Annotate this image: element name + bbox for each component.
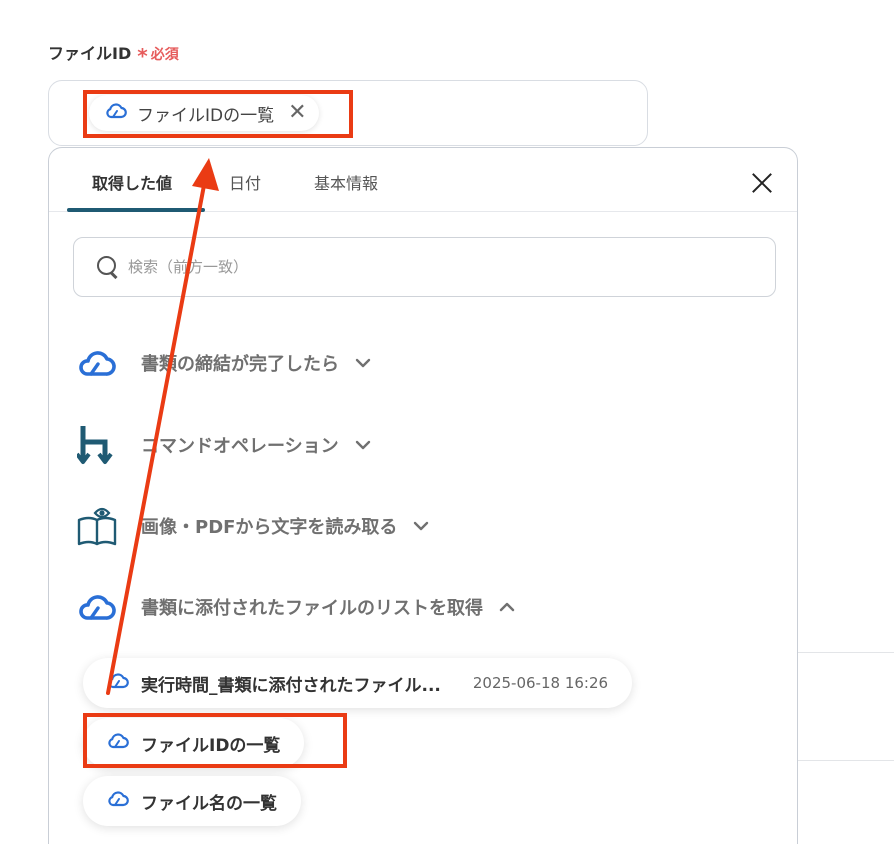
chevron-down-icon: [355, 436, 373, 454]
group-title: 書類に添付されたファイルのリストを取得: [141, 598, 483, 619]
file-id-input[interactable]: ファイルIDの一覧 ✕: [48, 80, 648, 146]
cloud-sign-icon: [105, 102, 127, 124]
required-text: 必須: [150, 47, 179, 63]
close-icon[interactable]: [749, 170, 775, 196]
cloud-sign-icon: [75, 341, 119, 385]
command-operation-icon: [75, 423, 119, 467]
chevron-down-icon: [413, 517, 431, 535]
chevron-up-icon: [499, 598, 517, 616]
search-icon: [96, 255, 120, 279]
book-eye-icon: [75, 504, 119, 548]
active-tab-indicator: [67, 208, 205, 212]
group-attached-file-list[interactable]: 書類に添付されたファイルのリストを取得: [75, 582, 517, 632]
list-item[interactable]: ファイル名の一覧: [83, 776, 301, 826]
list-item-timestamp: 2025-06-18 16:26: [472, 674, 609, 692]
chip-label: ファイルIDの一覧: [137, 105, 275, 126]
chevron-down-icon: [355, 354, 373, 372]
selected-value-chip[interactable]: ファイルIDの一覧 ✕: [89, 95, 319, 131]
divider: [798, 652, 894, 653]
cloud-sign-icon: [107, 732, 129, 754]
tab-date[interactable]: 日付: [229, 170, 261, 194]
list-item-label: 実行時間_書類に添付されたファイル...: [141, 675, 441, 696]
list-item[interactable]: ファイルIDの一覧: [83, 718, 305, 768]
group-contract-completed[interactable]: 書類の締結が完了したら: [75, 338, 373, 388]
field-label-text: ファイルID: [48, 44, 132, 63]
required-star: *: [137, 44, 148, 68]
group-command-operation[interactable]: コマンドオペレーション: [75, 420, 373, 470]
divider: [798, 760, 894, 761]
group-ocr[interactable]: 画像・PDFから文字を読み取る: [75, 501, 431, 551]
search-input[interactable]: [128, 258, 728, 276]
cloud-sign-icon: [107, 790, 129, 812]
group-title: 書類の締結が完了したら: [141, 354, 339, 375]
group-title: 画像・PDFから文字を読み取る: [141, 517, 398, 538]
list-item-label: ファイル名の一覧: [141, 793, 277, 814]
tab-basic-info[interactable]: 基本情報: [314, 170, 378, 194]
tab-retrieved-values[interactable]: 取得した値: [92, 170, 172, 194]
cloud-sign-icon: [75, 585, 119, 629]
file-id-label: ファイルID * 必須: [48, 40, 179, 68]
remove-chip-icon[interactable]: ✕: [288, 102, 306, 124]
tab-bar: 取得した値 日付 基本情報: [49, 148, 797, 212]
search-box: [73, 237, 776, 297]
group-title: コマンドオペレーション: [141, 436, 339, 457]
variable-picker-panel: 取得した値 日付 基本情報 書類の締結が完了したら コマンドオペレーション 画像…: [48, 147, 798, 844]
cloud-sign-icon: [107, 672, 129, 694]
required-marker: * 必須: [137, 44, 179, 68]
list-item-label: ファイルIDの一覧: [141, 735, 281, 756]
list-item[interactable]: 実行時間_書類に添付されたファイル... 2025-06-18 16:26: [83, 658, 633, 708]
